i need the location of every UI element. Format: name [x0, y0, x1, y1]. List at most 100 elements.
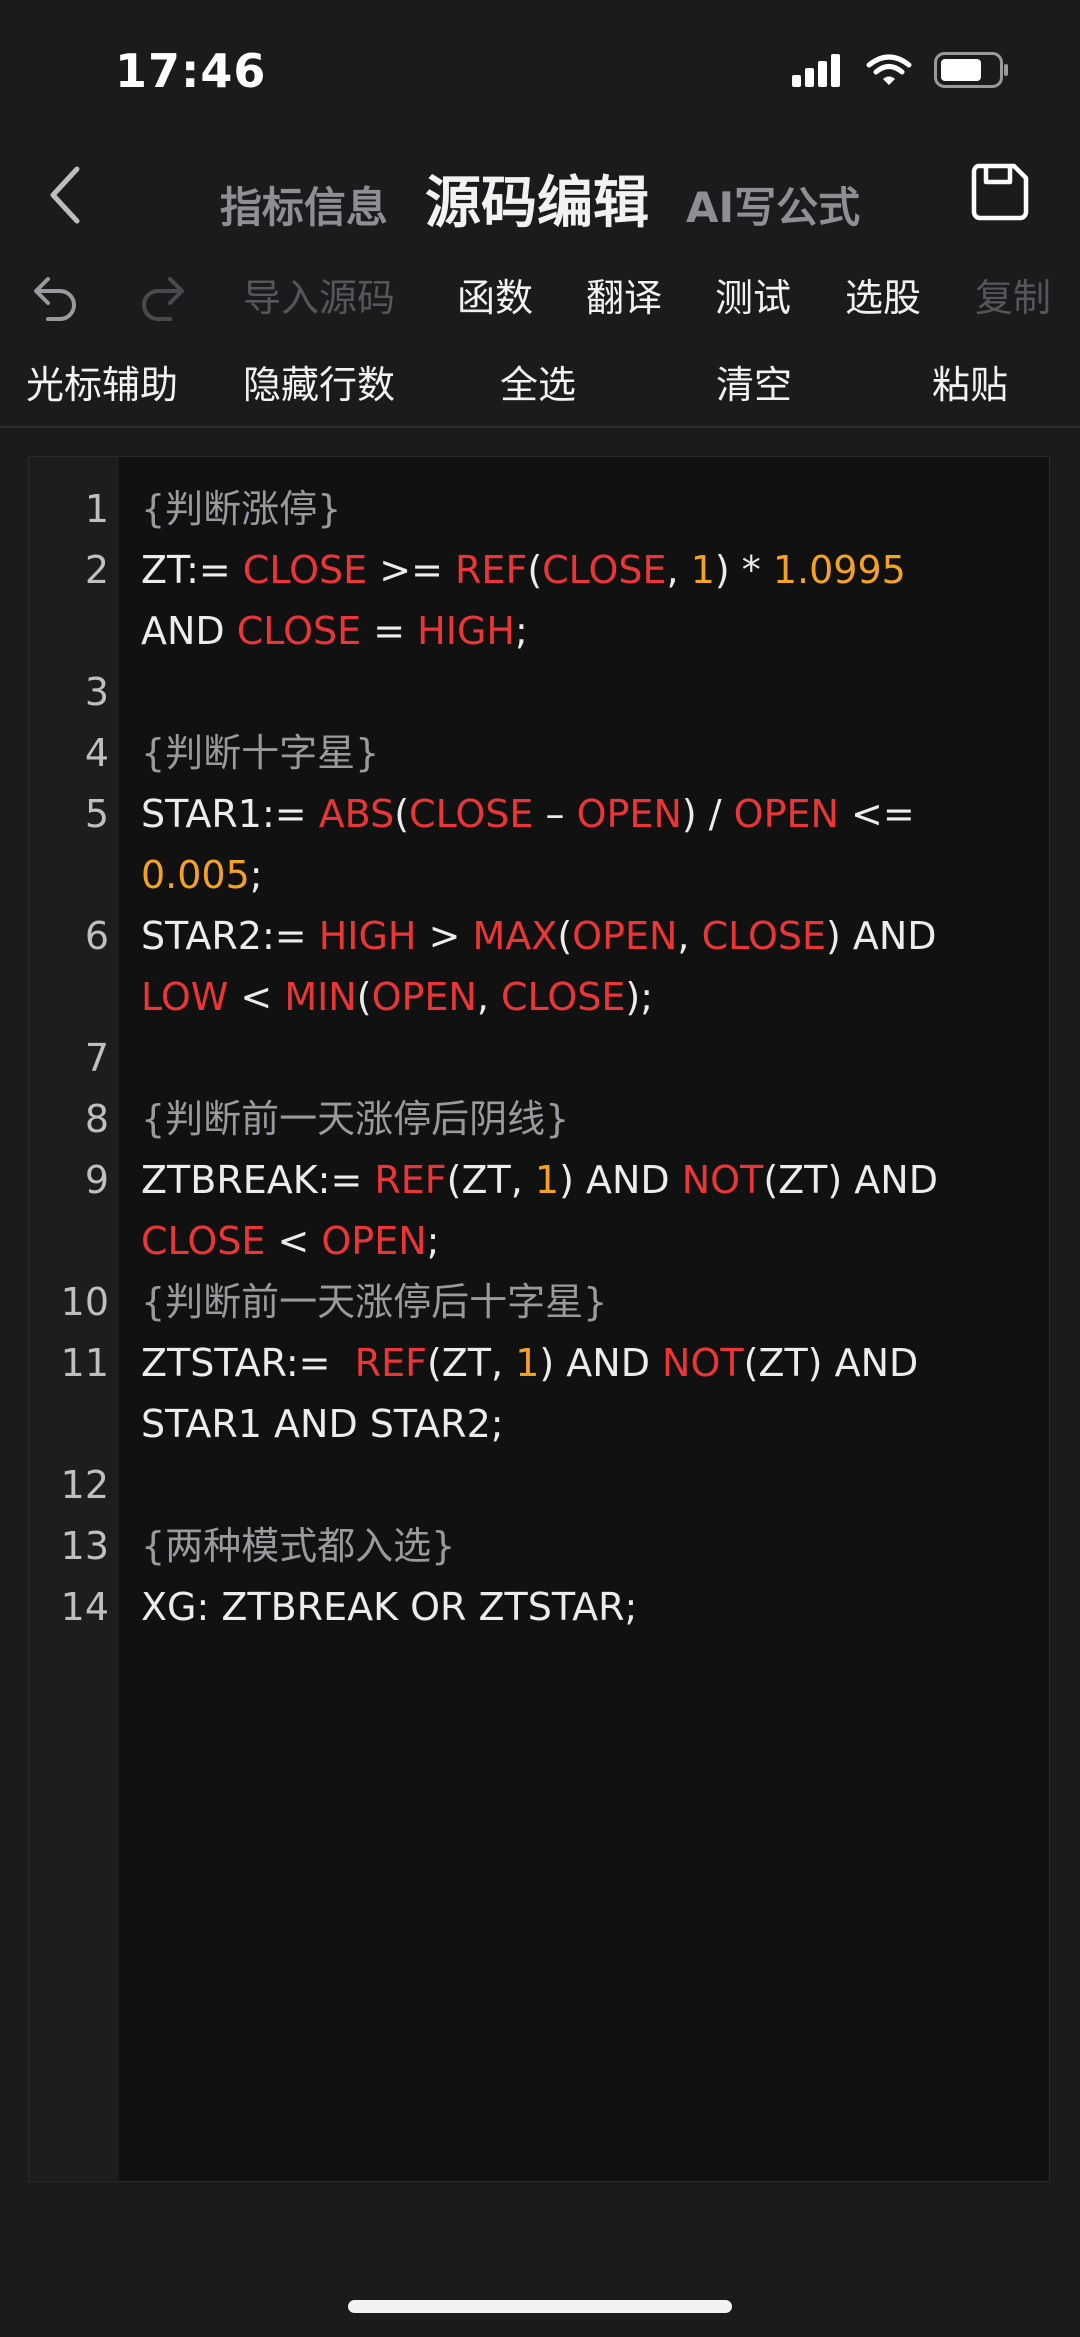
hide-line-numbers-button[interactable]: 隐藏行数 — [243, 354, 395, 409]
code-text[interactable]: {判断前一天涨停后十字星} — [141, 1272, 1019, 1333]
code-number: 1 — [690, 548, 715, 592]
code-token: ZTBREAK:= — [141, 1158, 375, 1202]
code-text[interactable]: {判断前一天涨停后阴线} — [141, 1089, 1019, 1150]
code-text[interactable]: ZTBREAK:= REF(ZT, 1) AND NOT(ZT) AND CLO… — [141, 1150, 1019, 1272]
code-comment: {判断前一天涨停后十字星} — [141, 1280, 608, 1324]
code-text[interactable]: {两种模式都入选} — [141, 1516, 1019, 1577]
code-area[interactable]: 1 {判断涨停} 2 ZT:= CLOSE >= REF(CLOSE, 1) * 1.… — [29, 479, 1049, 1638]
select-stock-button[interactable]: 选股 — [845, 267, 921, 322]
code-text[interactable]: {判断涨停} — [141, 479, 1019, 540]
code-text[interactable]: ​ — [141, 1455, 1019, 1516]
nav-header: 指标信息 源码编辑 AI写公式 — [0, 140, 1080, 250]
save-button[interactable] — [970, 162, 1030, 222]
code-keyword: REF — [455, 548, 528, 592]
cellular-signal-icon — [792, 54, 840, 87]
code-line[interactable]: 6 STAR2:= HIGH > MAX(OPEN, CLOSE) AND LOW… — [29, 906, 1049, 1028]
code-text[interactable]: XG: ZTBREAK OR ZTSTAR; — [141, 1577, 1019, 1638]
code-token: STAR2:= — [141, 914, 319, 958]
code-keyword: CLOSE — [242, 548, 368, 592]
code-line[interactable]: 14 XG: ZTBREAK OR ZTSTAR; — [29, 1577, 1049, 1638]
code-comment: {两种模式都入选} — [141, 1524, 456, 1568]
status-bar: 17:46 — [0, 0, 1080, 130]
paste-button[interactable]: 粘贴 — [932, 354, 1008, 409]
code-text[interactable]: ZT:= CLOSE >= REF(CLOSE, 1) * 1.0995 AND… — [141, 540, 1019, 662]
functions-button[interactable]: 函数 — [457, 267, 533, 322]
code-line[interactable]: 11 ZTSTAR:= REF(ZT, 1) AND NOT(ZT) AND ST… — [29, 1333, 1049, 1455]
status-time: 17:46 — [115, 44, 267, 98]
code-token: XG: ZTBREAK OR ZTSTAR; — [141, 1585, 638, 1629]
save-icon — [971, 163, 1029, 221]
code-text[interactable]: {判断十字星} — [141, 723, 1019, 784]
code-line[interactable]: 13 {两种模式都入选} — [29, 1516, 1049, 1577]
code-token: ) / — [681, 792, 734, 836]
status-icons — [792, 52, 1010, 88]
code-number: 1 — [534, 1158, 560, 1202]
code-line[interactable]: 12 ​ — [29, 1455, 1049, 1516]
code-keyword: CLOSE — [501, 975, 626, 1019]
code-token: ( — [527, 548, 543, 592]
code-line[interactable]: 8 {判断前一天涨停后阴线} — [29, 1089, 1049, 1150]
code-keyword: OPEN — [572, 914, 678, 958]
tab-source-edit[interactable]: 源码编辑 — [425, 158, 649, 239]
code-token: , — [476, 975, 501, 1019]
code-editor[interactable]: 1 {判断涨停} 2 ZT:= CLOSE >= REF(CLOSE, 1) * 1.… — [28, 456, 1050, 2182]
code-token: ) AND — [539, 1341, 663, 1385]
code-token: ; — [249, 853, 263, 897]
code-text[interactable]: ​ — [141, 1028, 1019, 1089]
code-token: >= — [367, 548, 456, 592]
code-keyword: OPEN — [371, 975, 477, 1019]
code-token: STAR1:= — [141, 792, 319, 836]
code-line[interactable]: 9 ZTBREAK:= REF(ZT, 1) AND NOT(ZT) AND CL… — [29, 1150, 1049, 1272]
redo-icon[interactable] — [136, 269, 188, 321]
code-token: (ZT, — [446, 1158, 535, 1202]
code-text[interactable]: ZTSTAR:= REF(ZT, 1) AND NOT(ZT) AND STAR… — [141, 1333, 1019, 1455]
code-text[interactable]: ​ — [141, 662, 1019, 723]
code-text[interactable]: STAR2:= HIGH > MAX(OPEN, CLOSE) AND LOW … — [141, 906, 1019, 1028]
code-line[interactable]: 2 ZT:= CLOSE >= REF(CLOSE, 1) * 1.0995 AN… — [29, 540, 1049, 662]
nav-tabs: 指标信息 源码编辑 AI写公式 — [0, 158, 1080, 239]
undo-icon[interactable] — [30, 269, 82, 321]
code-keyword: MIN — [284, 975, 357, 1019]
code-text[interactable]: STAR1:= ABS(CLOSE – OPEN) / OPEN <= 0.00… — [141, 784, 1019, 906]
code-token: , — [677, 914, 702, 958]
code-keyword: CLOSE — [141, 1219, 266, 1263]
line-number: 9 — [84, 1158, 109, 1202]
select-all-button[interactable]: 全选 — [500, 354, 576, 409]
code-token: ; — [426, 1219, 440, 1263]
code-token: ) * — [714, 548, 773, 592]
cursor-assist-button[interactable]: 光标辅助 — [26, 354, 178, 409]
tab-ai-formula[interactable]: AI写公式 — [686, 174, 860, 235]
code-line[interactable]: 4 {判断十字星} — [29, 723, 1049, 784]
code-line[interactable]: 5 STAR1:= ABS(CLOSE – OPEN) / OPEN <= 0.0… — [29, 784, 1049, 906]
code-token: ) AND — [559, 1158, 682, 1202]
code-line[interactable]: 7​ — [29, 1028, 1049, 1089]
toolbar-primary: 导入源码 函数 翻译 测试 选股 复制 — [0, 255, 1080, 335]
code-keyword: LOW — [141, 975, 229, 1019]
code-line[interactable]: 3​ — [29, 662, 1049, 723]
code-token: < — [228, 975, 285, 1019]
code-keyword: REF — [354, 1341, 427, 1385]
import-source-button[interactable]: 导入源码 — [243, 267, 395, 322]
code-keyword: NOT — [681, 1158, 764, 1202]
code-token: ( — [356, 975, 372, 1019]
copy-button[interactable]: 复制 — [975, 267, 1051, 322]
code-comment: {判断前一天涨停后阴线} — [141, 1097, 570, 1141]
code-token: ; — [514, 609, 528, 653]
line-number: 8 — [84, 1097, 109, 1141]
line-number: 7 — [84, 1036, 109, 1080]
clear-button[interactable]: 清空 — [716, 354, 792, 409]
code-line[interactable]: 1 {判断涨停} — [29, 479, 1049, 540]
code-token: <= — [851, 792, 915, 836]
toolbar-secondary: 光标辅助 隐藏行数 全选 清空 粘贴 — [0, 342, 1080, 422]
code-token: (ZT, — [426, 1341, 516, 1385]
line-number: 13 — [60, 1524, 109, 1568]
code-number: 1 — [515, 1341, 540, 1385]
code-token: AND — [141, 609, 225, 653]
translate-button[interactable]: 翻译 — [586, 267, 662, 322]
test-button[interactable]: 测试 — [715, 267, 791, 322]
home-indicator[interactable] — [348, 2300, 732, 2313]
tab-indicator-info[interactable]: 指标信息 — [220, 174, 388, 235]
code-line[interactable]: 10 {判断前一天涨停后十字星} — [29, 1272, 1049, 1333]
line-number: 1 — [84, 487, 109, 531]
code-keyword: NOT — [662, 1341, 744, 1385]
